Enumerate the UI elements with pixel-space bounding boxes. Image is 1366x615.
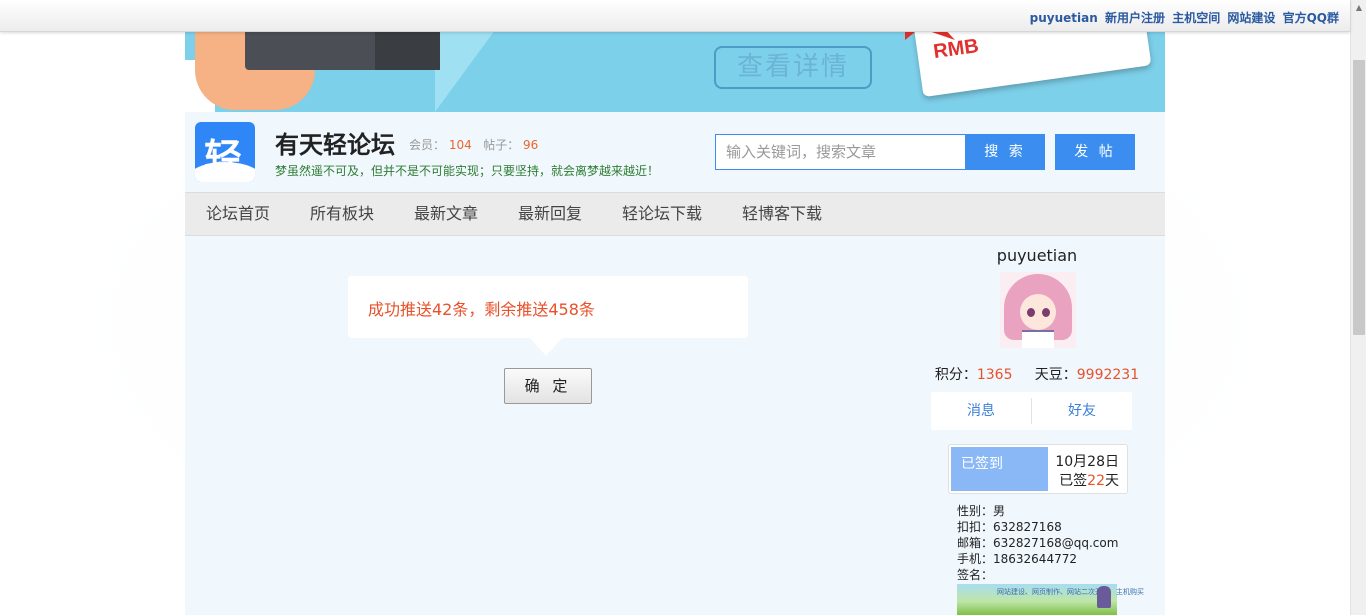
avatar-face — [1020, 294, 1056, 330]
scroll-up-arrow-icon[interactable]: ▲ — [1351, 0, 1366, 16]
sidebar-username[interactable]: puyuetian — [931, 246, 1143, 265]
avatar-eye-right — [1042, 308, 1050, 317]
nav-item-forum-download[interactable]: 轻论坛下载 — [622, 193, 702, 235]
nav-item-all-boards[interactable]: 所有板块 — [310, 193, 374, 235]
top-link-register[interactable]: 新用户注册 — [1105, 11, 1165, 25]
beans-value: 9992231 — [1076, 367, 1140, 383]
avatar-collar — [1022, 330, 1054, 348]
coupon-currency: RMB — [931, 35, 981, 64]
profile-signature-label: 签名： — [957, 568, 994, 582]
top-link-website-building[interactable]: 网站建设 — [1227, 11, 1275, 25]
members-label: 会员： — [409, 138, 446, 152]
profile-phone: 手机：18632644772 — [957, 552, 1077, 566]
avatar[interactable] — [1000, 272, 1076, 348]
signin-days-prefix: 已签 — [1059, 473, 1088, 489]
site-motto: 梦虽然遥不可及，但并不是不可能实现；只要坚持，就会离梦越来越近！ — [275, 164, 660, 178]
signin-days-count: 22 — [1087, 473, 1105, 489]
profile-qq: 扣扣：632827168 — [957, 520, 1062, 534]
profile-email: 邮箱：632827168@qq.com — [957, 536, 1119, 550]
signature-figure — [1097, 586, 1111, 608]
site-title[interactable]: 有天轻论坛 — [275, 125, 395, 160]
nav-item-forum-home[interactable]: 论坛首页 — [206, 193, 270, 235]
logo-glyph: 轻 — [204, 136, 243, 180]
tab-friends[interactable]: 好友 — [1032, 392, 1132, 430]
top-link-qq-group[interactable]: 官方QQ群 — [1283, 11, 1339, 25]
scrollbar-thumb[interactable] — [1353, 60, 1365, 335]
vertical-scrollbar[interactable]: ▲ — [1350, 0, 1366, 615]
ok-button[interactable]: 确 定 — [504, 368, 592, 404]
signin-days-suffix: 天 — [1105, 473, 1119, 489]
posts-label: 帖子： — [483, 138, 520, 152]
main-container: 查看详情 20 RMB 轻 有天轻论坛 会员： 104 帖子： 96 梦虽然遥不… — [185, 0, 1165, 615]
profile-gender: 性别：男 — [957, 504, 1006, 518]
profile-info: 性别：男 扣扣：632827168 邮箱：632827168@qq.com 手机… — [957, 503, 1118, 583]
points-label: 积分： — [934, 367, 977, 383]
avatar-eye-left — [1027, 308, 1035, 317]
signature-image-text: 网站建设、网页制作、网站二次开发、主机购买 — [997, 588, 1144, 596]
signin-panel: 已签到 10月28日 已签22天 — [948, 444, 1128, 494]
search-input[interactable]: 输入关键词，搜索文章 — [715, 134, 966, 170]
nav-item-blog-download[interactable]: 轻博客下载 — [742, 193, 822, 235]
banner-device-end — [375, 30, 440, 70]
top-bar: puyuetian 新用户注册 主机空间 网站建设 官方QQ群 — [0, 0, 1350, 32]
message-tail — [530, 338, 562, 356]
message-text: 成功推送42条，剩余推送458条 — [368, 300, 595, 319]
view-details-button[interactable]: 查看详情 — [714, 46, 872, 89]
new-post-button[interactable]: 发 帖 — [1055, 134, 1135, 170]
signin-date: 10月28日 — [1055, 454, 1119, 470]
signin-days: 已签22天 — [1059, 470, 1119, 490]
tab-messages[interactable]: 消息 — [931, 392, 1031, 430]
beans-label: 天豆： — [1034, 367, 1077, 383]
posts-count: 96 — [523, 138, 539, 152]
banner-light-beam — [435, 30, 495, 112]
site-header: 轻 有天轻论坛 会员： 104 帖子： 96 梦虽然遥不可及，但并不是不可能实现… — [185, 112, 1165, 192]
points-value: 1365 — [976, 367, 1013, 383]
top-link-username[interactable]: puyuetian — [1030, 11, 1098, 25]
user-points: 积分：1365 天豆：9992231 — [931, 364, 1143, 384]
search-button[interactable]: 搜 索 — [965, 134, 1045, 170]
nav-item-latest-replies[interactable]: 最新回复 — [518, 193, 582, 235]
signature-image: 网站建设、网页制作、网站二次开发、主机购买 — [957, 584, 1144, 615]
nav-item-latest-articles[interactable]: 最新文章 — [414, 193, 478, 235]
message-box: 成功推送42条，剩余推送458条 — [348, 276, 748, 356]
user-tabs: 消息 好友 — [931, 392, 1132, 430]
members-count: 104 — [448, 138, 472, 152]
site-stats: 会员： 104 帖子： 96 — [409, 136, 538, 153]
top-link-hosting[interactable]: 主机空间 — [1172, 11, 1220, 25]
signin-button[interactable]: 已签到 — [951, 447, 1048, 491]
site-logo[interactable]: 轻 — [195, 122, 255, 182]
top-links: puyuetian 新用户注册 主机空间 网站建设 官方QQ群 — [1027, 9, 1339, 26]
main-nav: 论坛首页 所有板块 最新文章 最新回复 轻论坛下载 轻博客下载 — [185, 192, 1165, 236]
